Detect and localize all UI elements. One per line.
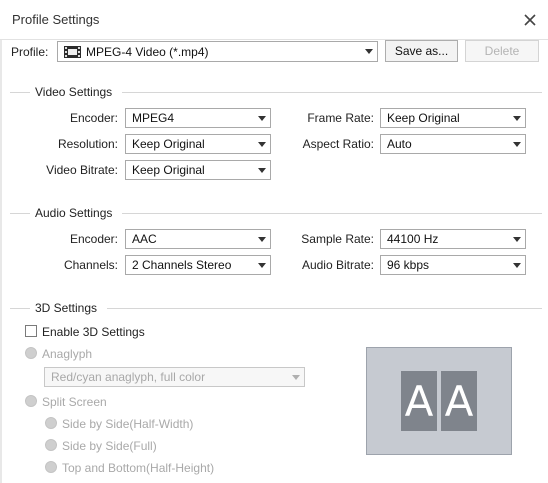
side-by-side-half-label: Side by Side(Half-Width) (62, 417, 194, 431)
channels-select[interactable]: 2 Channels Stereo (125, 255, 271, 275)
anaglyph-label: Anaglyph (42, 347, 93, 361)
channels-value: 2 Channels Stereo (132, 258, 232, 272)
chevron-down-icon (361, 42, 377, 61)
video-rule-right (122, 92, 542, 93)
preview-letter-left: A (401, 371, 437, 431)
preview-letter-right: A (441, 371, 477, 431)
side-by-side-full-label: Side by Side(Full) (62, 439, 157, 453)
resolution-value: Keep Original (132, 137, 205, 151)
aspect-ratio-select[interactable]: Auto (380, 134, 526, 154)
anaglyph-select[interactable]: Red/cyan anaglyph, full color (44, 367, 305, 387)
profile-label: Profile: (11, 45, 49, 59)
chevron-down-icon (509, 230, 525, 248)
sample-rate-label: Sample Rate: (301, 232, 374, 246)
sample-rate-value: 44100 Hz (387, 232, 439, 246)
save-as-button[interactable]: Save as... (385, 40, 458, 62)
video-settings-title: Video Settings (35, 85, 113, 99)
resolution-label: Resolution: (57, 137, 118, 151)
window-left-border (0, 0, 2, 483)
audio-rule-left (10, 213, 30, 214)
sample-rate-select[interactable]: 44100 Hz (380, 229, 526, 249)
chevron-down-icon (254, 109, 270, 127)
3d-settings-title: 3D Settings (35, 301, 98, 315)
video-rule-left (10, 92, 30, 93)
top-and-bottom-radio[interactable] (45, 461, 57, 473)
anaglyph-value: Red/cyan anaglyph, full color (51, 370, 206, 384)
audio-bitrate-label: Audio Bitrate: (301, 258, 374, 272)
audio-bitrate-select[interactable]: 96 kbps (380, 255, 526, 275)
close-icon (524, 14, 536, 26)
video-encoder-label: Encoder: (69, 111, 118, 125)
video-encoder-select[interactable]: MPEG4 (125, 108, 271, 128)
chevron-down-icon (288, 368, 304, 386)
enable-3d-label: Enable 3D Settings (42, 325, 145, 339)
aspect-ratio-value: Auto (387, 137, 412, 151)
enable-3d-checkbox[interactable] (25, 325, 37, 337)
chevron-down-icon (254, 135, 270, 153)
audio-encoder-label: Encoder: (69, 232, 118, 246)
audio-settings-title: Audio Settings (35, 206, 113, 220)
delete-button[interactable]: Delete (465, 40, 539, 62)
resolution-select[interactable]: Keep Original (125, 134, 271, 154)
profile-select[interactable]: MPEG-4 Video (*.mp4) (57, 41, 378, 62)
video-encoder-value: MPEG4 (132, 111, 175, 125)
close-button[interactable] (520, 10, 540, 30)
frame-rate-select[interactable]: Keep Original (380, 108, 526, 128)
video-bitrate-value: Keep Original (132, 163, 205, 177)
audio-rule-right (122, 213, 542, 214)
side-by-side-full-radio[interactable] (45, 439, 57, 451)
mpeg4-icon (64, 45, 81, 58)
side-by-side-half-radio[interactable] (45, 417, 57, 429)
anaglyph-radio[interactable] (25, 347, 37, 359)
chevron-down-icon (509, 109, 525, 127)
profile-value: MPEG-4 Video (*.mp4) (86, 44, 209, 59)
aspect-ratio-label: Aspect Ratio: (302, 137, 374, 151)
video-bitrate-label: Video Bitrate: (46, 163, 118, 177)
channels-label: Channels: (63, 258, 118, 272)
3d-rule-right (107, 308, 542, 309)
chevron-down-icon (254, 256, 270, 274)
3d-preview: A A (366, 347, 512, 455)
audio-bitrate-value: 96 kbps (387, 258, 430, 272)
chevron-down-icon (509, 256, 525, 274)
chevron-down-icon (254, 230, 270, 248)
frame-rate-label: Frame Rate: (307, 111, 374, 125)
chevron-down-icon (254, 161, 270, 179)
frame-rate-value: Keep Original (387, 111, 460, 125)
window-title: Profile Settings (12, 12, 100, 27)
split-screen-radio[interactable] (25, 395, 37, 407)
chevron-down-icon (509, 135, 525, 153)
video-bitrate-select[interactable]: Keep Original (125, 160, 271, 180)
audio-encoder-value: AAC (132, 232, 157, 246)
split-screen-label: Split Screen (42, 395, 107, 409)
3d-rule-left (10, 308, 30, 309)
audio-encoder-select[interactable]: AAC (125, 229, 271, 249)
top-and-bottom-label: Top and Bottom(Half-Height) (62, 461, 215, 475)
